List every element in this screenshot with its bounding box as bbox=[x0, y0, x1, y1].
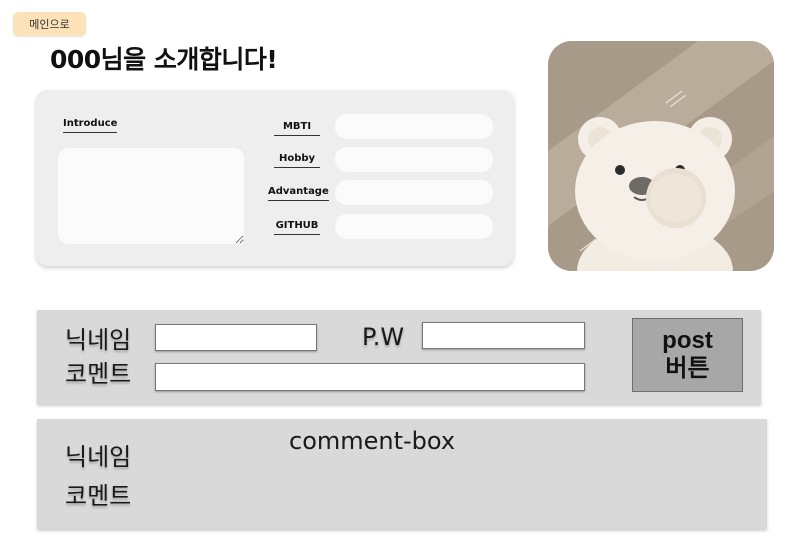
comment-display-panel: 닉네임 코멘트 comment-box bbox=[37, 419, 767, 529]
post-button-line1: post bbox=[662, 327, 713, 355]
introduce-label: Introduce bbox=[63, 118, 118, 133]
post-button[interactable]: post 버튼 bbox=[632, 318, 743, 392]
nickname-label: 닉네임 bbox=[65, 326, 132, 354]
comment-label: 코멘트 bbox=[65, 360, 132, 388]
comment-text-label: 코멘트 bbox=[65, 482, 132, 510]
profile-photo bbox=[548, 41, 774, 271]
hobby-label: Hobby bbox=[268, 153, 326, 168]
nickname-input[interactable] bbox=[155, 324, 317, 351]
advantage-label: Advantage bbox=[268, 186, 329, 201]
polar-bear-icon bbox=[548, 41, 774, 271]
mbti-input[interactable] bbox=[335, 114, 493, 139]
main-page-button[interactable]: 메인으로 bbox=[13, 12, 86, 36]
comment-input[interactable] bbox=[155, 363, 585, 391]
comment-form-panel: 닉네임 P.W 코멘트 post 버튼 bbox=[37, 310, 761, 404]
comment-nickname-label: 닉네임 bbox=[65, 443, 132, 471]
github-input[interactable] bbox=[335, 214, 493, 239]
page-title: 000님을 소개합니다! bbox=[50, 45, 278, 74]
advantage-input[interactable] bbox=[335, 180, 493, 205]
profile-card: Introduce MBTI Hobby Advantage GITHUB bbox=[36, 90, 514, 266]
github-label: GITHUB bbox=[268, 220, 326, 235]
introduce-textarea[interactable] bbox=[58, 148, 244, 244]
comment-box-label: comment-box bbox=[289, 427, 456, 455]
post-button-line2: 버튼 bbox=[665, 355, 710, 382]
password-label: P.W bbox=[362, 323, 405, 351]
password-input[interactable] bbox=[422, 322, 585, 349]
hobby-input[interactable] bbox=[335, 147, 493, 172]
mbti-label: MBTI bbox=[268, 121, 326, 136]
